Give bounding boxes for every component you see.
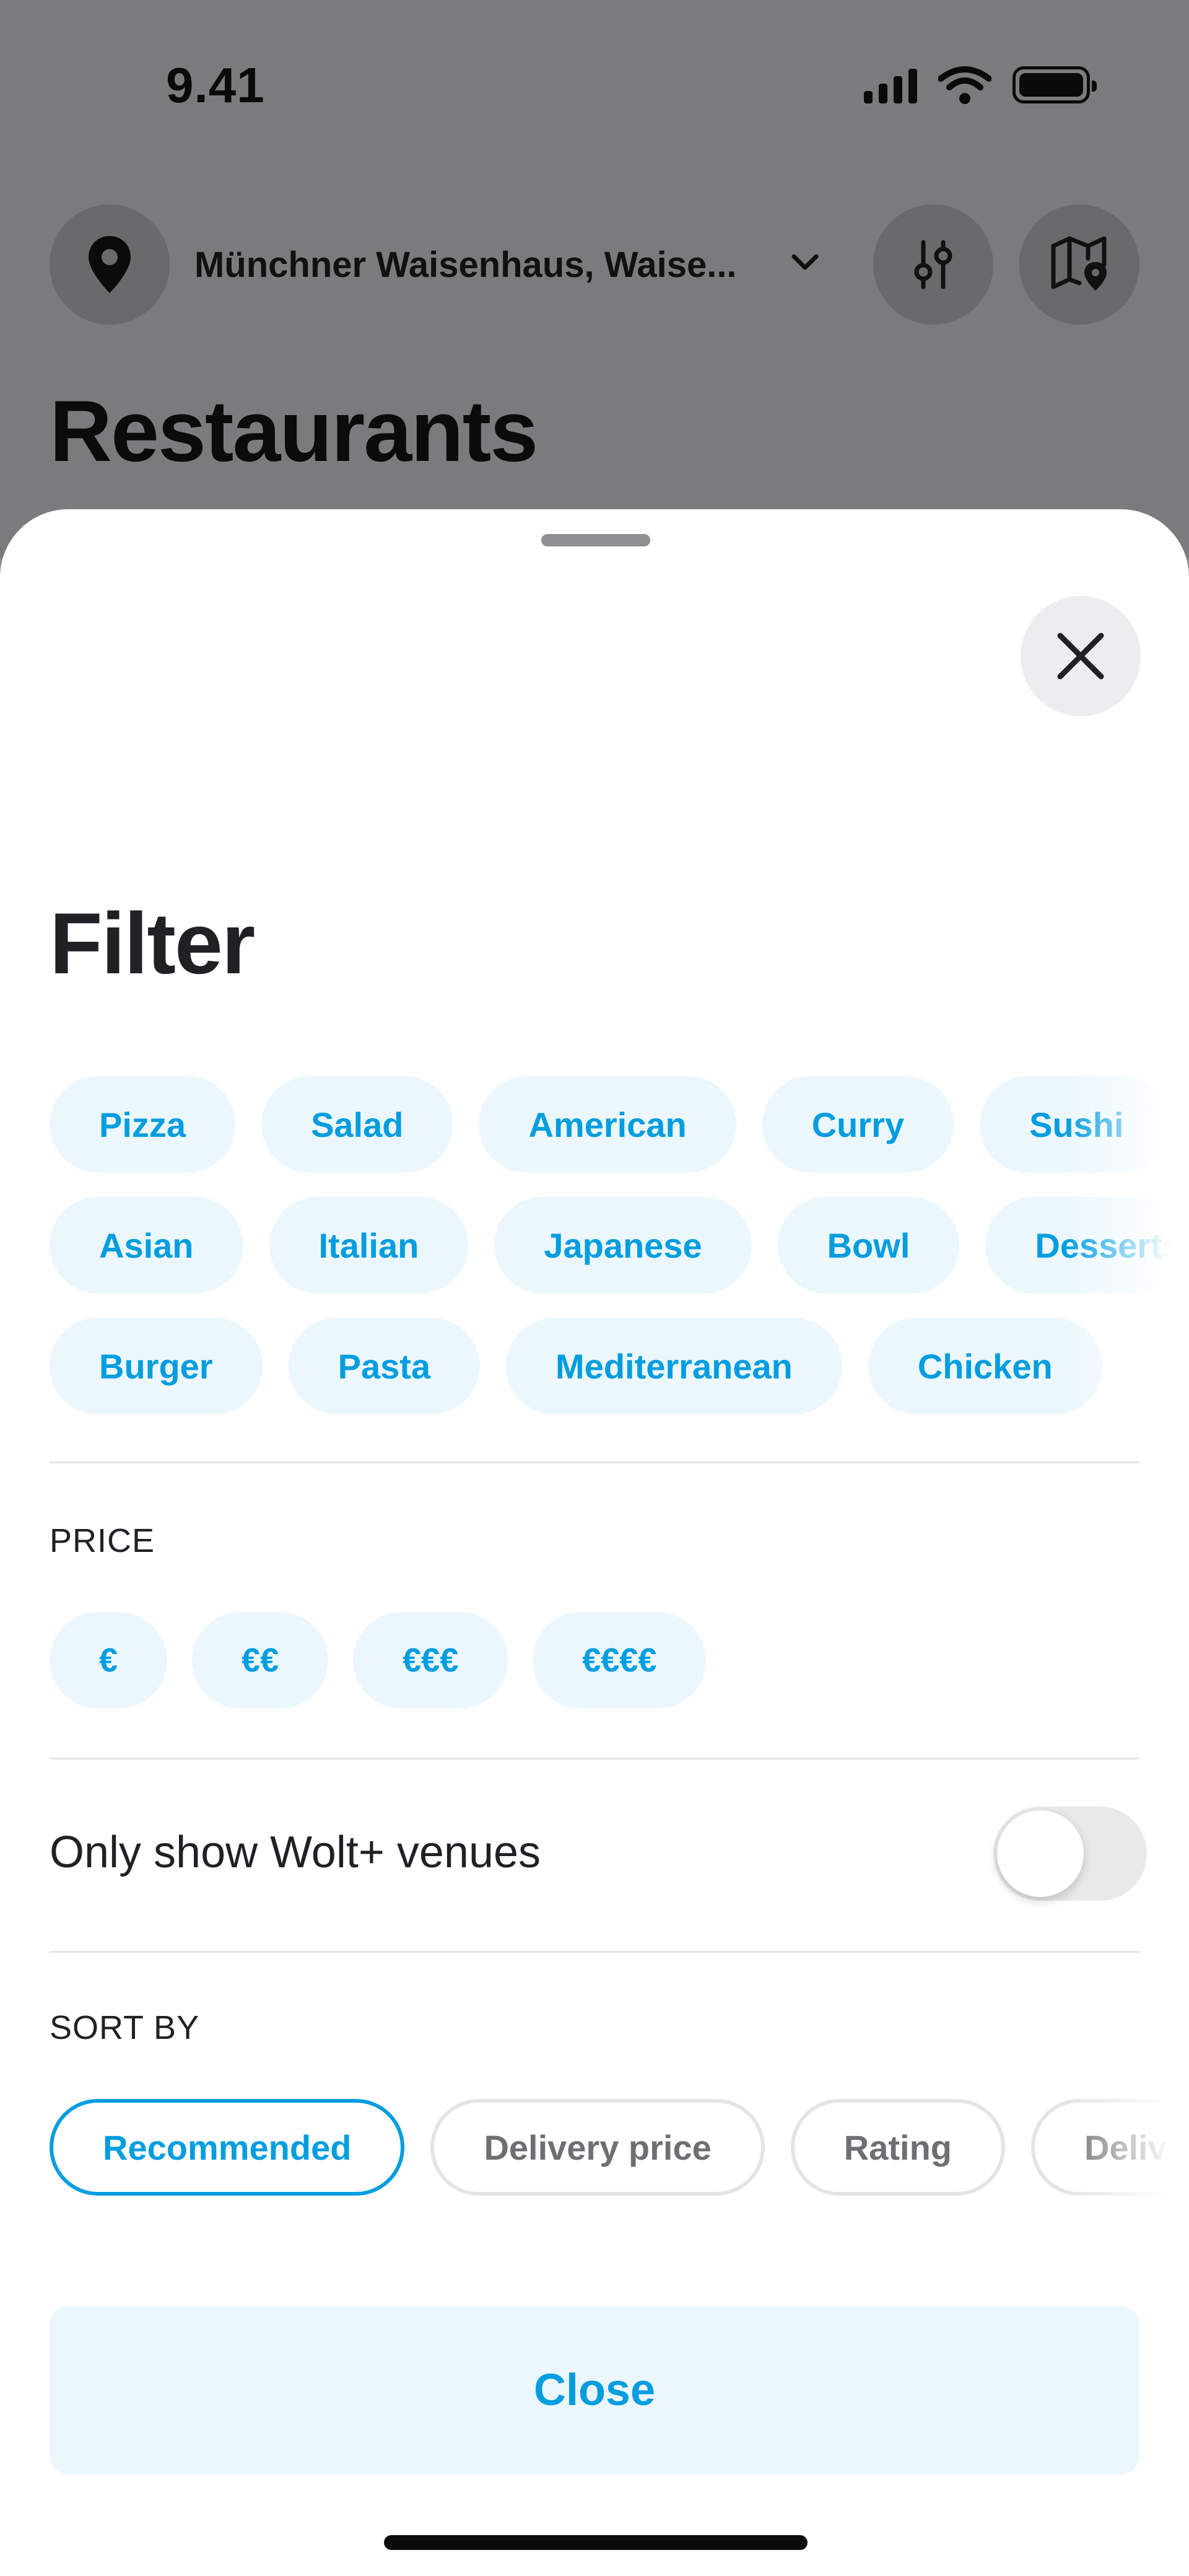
location-pin-icon (89, 236, 131, 293)
category-row-2: Asian Italian Japanese Bowl Desserts (50, 1197, 1189, 1294)
category-chip-american[interactable]: American (479, 1076, 736, 1173)
home-indicator (384, 2535, 808, 2550)
location-button[interactable] (50, 204, 170, 325)
category-chip-curry[interactable]: Curry (762, 1076, 954, 1173)
category-row-3: Burger Pasta Mediterranean Chicken (50, 1318, 1102, 1414)
close-sheet-button[interactable] (1021, 596, 1141, 716)
price-chip-4[interactable]: €€€€ (533, 1612, 707, 1709)
status-time: 9.41 (166, 58, 265, 113)
map-pin-icon (1051, 236, 1107, 291)
sliders-icon (914, 240, 952, 289)
category-chip-salad[interactable]: Salad (261, 1076, 453, 1173)
sort-chip-recommended[interactable]: Recommended (50, 2099, 405, 2196)
page-title: Restaurants (50, 382, 538, 480)
sheet-grabber[interactable] (541, 534, 650, 546)
category-chip-desserts[interactable]: Desserts (985, 1197, 1189, 1294)
location-label[interactable]: Münchner Waisenhaus, Waise... (194, 244, 737, 286)
close-icon (1057, 633, 1104, 680)
wolt-plus-label: Only show Wolt+ venues (50, 1828, 541, 1877)
filter-button[interactable] (873, 204, 993, 325)
price-options: € €€ €€€ €€€€ (50, 1612, 707, 1709)
category-chip-chicken[interactable]: Chicken (868, 1318, 1102, 1414)
sheet-title: Filter (50, 895, 255, 992)
map-button[interactable] (1019, 204, 1139, 325)
sort-chip-rating[interactable]: Rating (790, 2099, 1005, 2196)
category-chip-pasta[interactable]: Pasta (288, 1318, 481, 1414)
status-icons (864, 65, 1097, 105)
category-chip-japanese[interactable]: Japanese (494, 1197, 752, 1294)
divider (50, 1758, 1139, 1759)
divider (50, 1461, 1139, 1463)
category-chip-pizza[interactable]: Pizza (50, 1076, 236, 1173)
category-chip-sushi[interactable]: Sushi (980, 1076, 1174, 1173)
chevron-down-icon[interactable] (786, 243, 824, 280)
top-bar: Münchner Waisenhaus, Waise... (50, 204, 1139, 325)
background-app: 9.41 Münchner Waisenhaus, Waise... Resta… (0, 0, 1189, 558)
divider (50, 1951, 1139, 1953)
category-chip-mediterranean[interactable]: Mediterranean (506, 1318, 842, 1414)
sort-options: Recommended Delivery price Rating Delive… (50, 2099, 1189, 2196)
filter-sheet: Filter Pizza Salad American Curry Sushi … (0, 509, 1189, 2576)
category-row-1: Pizza Salad American Curry Sushi (50, 1076, 1174, 1173)
price-section-label: PRICE (50, 1522, 155, 1559)
price-chip-2[interactable]: €€ (192, 1612, 329, 1709)
toggle-knob (997, 1810, 1084, 1897)
category-chip-italian[interactable]: Italian (269, 1197, 469, 1294)
category-chip-bowl[interactable]: Bowl (777, 1197, 960, 1294)
sort-chip-delivery-price[interactable]: Delivery price (430, 2099, 765, 2196)
battery-icon (1013, 66, 1097, 103)
sort-section-label: SORT BY (50, 2009, 200, 2046)
category-chip-burger[interactable]: Burger (50, 1318, 263, 1414)
close-button[interactable]: Close (50, 2306, 1139, 2474)
cellular-signal-icon (864, 66, 917, 103)
wolt-plus-toggle[interactable] (993, 1807, 1147, 1901)
wifi-icon (938, 66, 991, 104)
price-chip-3[interactable]: €€€ (353, 1612, 508, 1709)
price-chip-1[interactable]: € (50, 1612, 168, 1709)
category-chip-asian[interactable]: Asian (50, 1197, 243, 1294)
sort-chip-delivery-time[interactable]: Delivery time (1031, 2099, 1189, 2196)
